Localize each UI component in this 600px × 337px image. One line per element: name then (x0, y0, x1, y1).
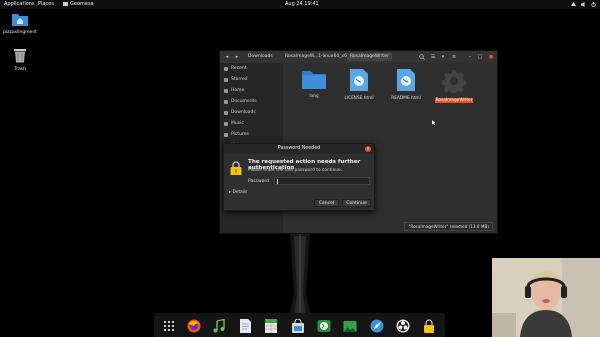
text-editor-icon[interactable] (238, 318, 252, 333)
sidebar-item-label: Downloads (231, 110, 256, 115)
home-icon (224, 89, 228, 93)
details-expander[interactable]: ▸ Details (229, 190, 247, 195)
downloads-icon (224, 111, 228, 115)
sidebar-item-label: Recent (231, 66, 247, 71)
music-icon (224, 122, 228, 126)
dialog-subtitle: Please enter the root password to contin… (248, 168, 343, 173)
sidebar-item-documents[interactable]: Documents (220, 96, 283, 107)
desktop-icon-label: Trash (14, 67, 26, 72)
breadcrumb-downloads[interactable]: Downloads (245, 53, 276, 61)
clock[interactable]: Aug 24 19:41 (285, 0, 319, 9)
password-dialog: Password Needed × The requested action n… (223, 143, 375, 211)
minimize-icon[interactable]: – (466, 53, 474, 61)
html-file-icon (386, 69, 426, 93)
software-center-icon[interactable] (291, 318, 305, 333)
star-icon (224, 78, 228, 82)
breadcrumb-parent-folder[interactable]: RosaImageW...1-linux64_x64 (282, 53, 353, 61)
image-viewer-icon[interactable] (343, 318, 357, 332)
cancel-button[interactable]: Cancel (314, 199, 339, 207)
password-label: Password (248, 179, 270, 184)
places-menu[interactable]: Places (38, 0, 54, 9)
sidebar-item-label: Home (231, 88, 245, 93)
sidebar-item-label: Documents (231, 99, 257, 104)
desktop-trash[interactable]: Trash (0, 48, 40, 72)
sidebar-item-recent[interactable]: Recent (220, 63, 283, 74)
webcam-overlay (492, 258, 600, 337)
browser-icon[interactable] (370, 318, 384, 333)
sidebar-item-label: Starred (231, 77, 248, 82)
lock-icon (230, 160, 242, 179)
close-window-icon[interactable]: ● (486, 53, 496, 61)
file-name: README.html (391, 96, 421, 101)
file-manager-headerbar: ◂ ▸ Downloads RosaImageW...1-linux64_x64… (220, 51, 497, 63)
file-item-rosaimagewriter[interactable]: RosaImageWriter (434, 69, 474, 103)
back-button[interactable]: ◂ (223, 53, 231, 61)
file-name: RosaImageWriter (434, 98, 474, 103)
view-options-chevron-icon[interactable]: ▾ (439, 53, 447, 61)
power-icon (591, 2, 596, 7)
app-grid-icon[interactable] (162, 318, 176, 332)
trash-icon (0, 48, 40, 65)
sidebar-item-label: Pictures (231, 132, 249, 137)
forward-button[interactable]: ▸ (233, 53, 241, 61)
system-tray[interactable] (571, 0, 596, 7)
continue-button[interactable]: Continue (342, 199, 371, 207)
desktop-home-folder[interactable]: pizzaslingment (0, 12, 40, 35)
search-icon[interactable] (418, 53, 426, 61)
home-folder-icon (0, 12, 40, 28)
mouse-pointer-icon (432, 110, 436, 129)
dialog-title: Password Needed (224, 144, 374, 154)
firefox-icon[interactable] (187, 318, 201, 333)
breadcrumb-current-folder[interactable]: RosaImageWriter (347, 53, 392, 61)
selection-status: "RosaImageWriter" selected (13.8 MB) (404, 222, 493, 231)
file-name: lang (309, 94, 319, 99)
folder-icon (294, 69, 334, 91)
sidebar-item-music[interactable]: Music (220, 118, 283, 129)
sidebar-item-pictures[interactable]: Pictures (220, 129, 283, 140)
obs-icon[interactable] (396, 318, 410, 333)
spreadsheet-icon[interactable] (264, 318, 278, 333)
app-menu-label: Geomesa (70, 1, 94, 7)
sidebar-item-starred[interactable]: Starred (220, 74, 283, 85)
gear-executable-icon (434, 69, 474, 95)
file-item-license[interactable]: LICENSE.html (339, 69, 379, 101)
app-menu-icon (63, 1, 68, 6)
view-list-icon[interactable]: ☰ (429, 53, 437, 61)
maximize-icon[interactable]: □ (476, 53, 484, 61)
file-item-lang[interactable]: lang (294, 69, 334, 99)
file-name: LICENSE.html (344, 96, 374, 101)
documents-icon (224, 100, 228, 104)
volume-icon (581, 2, 586, 7)
music-player-icon[interactable] (212, 318, 226, 333)
sidebar-item-label: Music (231, 121, 244, 126)
lock-app-icon[interactable] (422, 318, 436, 333)
desktop-icon-label: pizzaslingment (3, 30, 37, 35)
network-icon (571, 2, 576, 7)
menu-icon[interactable]: ≡ (450, 53, 458, 61)
dock (154, 313, 445, 337)
sidebar-item-downloads[interactable]: Downloads (220, 107, 283, 118)
pictures-icon (224, 133, 228, 137)
top-panel: Applications Places Geomesa Aug 24 19:41 (0, 0, 600, 9)
close-icon[interactable]: × (365, 146, 371, 152)
clock-icon (224, 67, 228, 71)
sidebar-item-home[interactable]: Home (220, 85, 283, 96)
html-file-icon (339, 69, 379, 93)
terminal-icon[interactable] (317, 318, 331, 332)
file-item-readme[interactable]: README.html (386, 69, 426, 101)
applications-menu[interactable]: Applications (4, 0, 35, 9)
app-menu[interactable]: Geomesa (63, 0, 94, 9)
password-input[interactable] (274, 177, 370, 185)
